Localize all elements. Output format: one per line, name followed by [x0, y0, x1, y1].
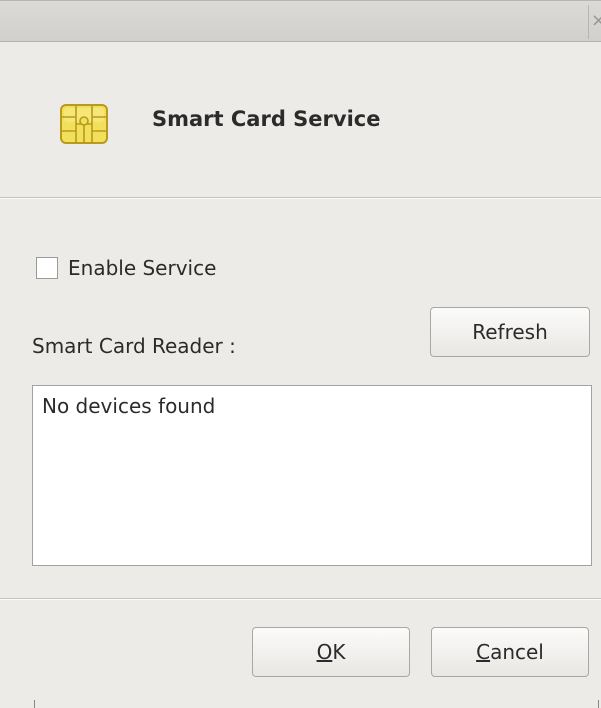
list-item: No devices found [42, 394, 216, 418]
enable-service-checkbox[interactable] [36, 257, 58, 279]
ok-mnemonic: O [316, 640, 333, 664]
title-bar: × [0, 0, 601, 42]
enable-service-label[interactable]: Enable Service [68, 256, 216, 280]
smart-card-dialog: × Smart Card Service Enable Service Smar… [0, 0, 601, 708]
bottom-edge-tick [34, 700, 35, 708]
title-bar-divider [588, 5, 589, 39]
close-icon[interactable]: × [591, 11, 601, 31]
smart-card-reader-label: Smart Card Reader : [32, 334, 236, 358]
dialog-title: Smart Card Service [152, 107, 381, 131]
ok-button[interactable]: OK [252, 627, 410, 677]
header-divider [0, 197, 601, 199]
footer-divider [0, 598, 601, 600]
device-list[interactable]: No devices found [32, 385, 592, 566]
cancel-mnemonic: C [476, 640, 491, 664]
cancel-label-rest: ancel [490, 640, 544, 664]
ok-label-rest: K [332, 640, 346, 664]
smart-card-chip-icon [60, 104, 108, 144]
refresh-button[interactable]: Refresh [430, 307, 590, 357]
cancel-button[interactable]: Cancel [431, 627, 589, 677]
enable-service-row[interactable]: Enable Service [36, 254, 216, 282]
bottom-edge-tick [598, 700, 599, 708]
